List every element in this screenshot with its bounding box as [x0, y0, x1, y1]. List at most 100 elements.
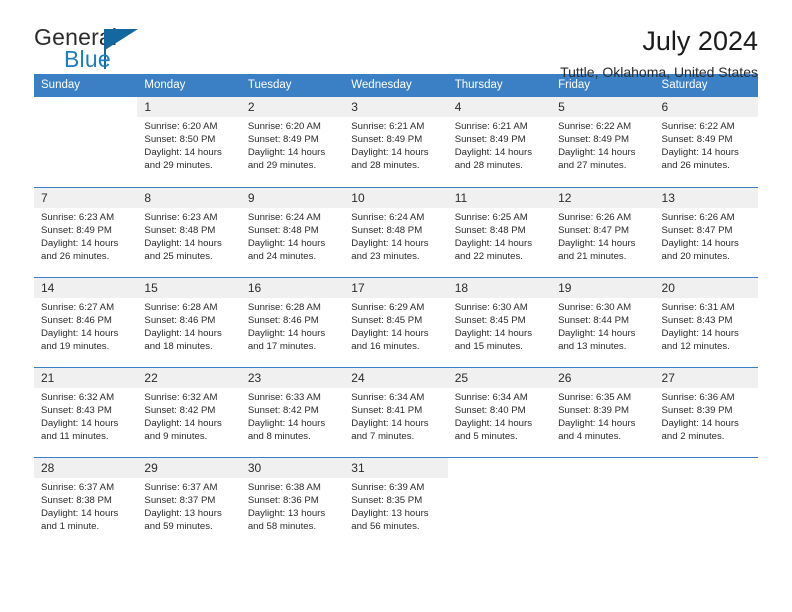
- calendar-day-cell[interactable]: 22 Sunrise: 6:32 AM Sunset: 8:42 PM Dayligh…: [137, 366, 241, 457]
- day-number: 25: [447, 367, 552, 388]
- sunrise-time: Sunrise: 6:35 AM: [558, 391, 632, 403]
- calendar-day-cell[interactable]: 3 Sunrise: 6:21 AM Sunset: 8:49 PM Daylight…: [344, 97, 448, 187]
- daylight-duration-line1: Daylight: 14 hours: [661, 327, 739, 339]
- daylight-duration-line2: and 8 minutes.: [247, 430, 311, 442]
- sunrise-time: Sunrise: 6:30 AM: [558, 301, 632, 313]
- day-details: Sunrise: 6:20 AM Sunset: 8:50 PM Daylight:…: [137, 117, 240, 172]
- calendar-day-cell[interactable]: 16 Sunrise: 6:28 AM Sunset: 8:46 PM Dayligh…: [240, 276, 345, 367]
- calendar-day-cell[interactable]: 4 Sunrise: 6:21 AM Sunset: 8:49 PM Daylight…: [447, 97, 552, 187]
- sunset-time: Sunset: 8:49 PM: [558, 134, 630, 146]
- calendar-day-cell[interactable]: 2 Sunrise: 6:20 AM Sunset: 8:49 PM Daylight…: [240, 97, 345, 187]
- calendar-day-cell[interactable]: 27 Sunrise: 6:36 AM Sunset: 8:39 PM Dayligh…: [654, 366, 758, 457]
- weekday-header-tuesday: Tuesday: [240, 74, 345, 97]
- day-number: [448, 458, 551, 478]
- calendar-day-cell[interactable]: 23 Sunrise: 6:33 AM Sunset: 8:42 PM Dayligh…: [240, 366, 345, 457]
- general-blue-logo[interactable]: General Blue: [34, 26, 184, 78]
- day-number: 17: [344, 277, 448, 298]
- daylight-duration-line1: Daylight: 14 hours: [454, 147, 533, 159]
- calendar-day-cell[interactable]: 25 Sunrise: 6:34 AM Sunset: 8:40 PM Dayligh…: [447, 366, 552, 457]
- day-number: [655, 458, 758, 478]
- daylight-duration-line1: Daylight: 14 hours: [454, 417, 533, 429]
- calendar-day-cell[interactable]: 14 Sunrise: 6:27 AM Sunset: 8:46 PM Dayligh…: [34, 276, 138, 367]
- calendar-day-cell[interactable]: 26 Sunrise: 6:35 AM Sunset: 8:39 PM Dayligh…: [551, 366, 655, 457]
- calendar-week-row: 1 Sunrise: 6:20 AM Sunset: 8:50 PM Daylight…: [34, 97, 758, 187]
- calendar-day-cell[interactable]: 18 Sunrise: 6:30 AM Sunset: 8:45 PM Dayligh…: [447, 276, 552, 367]
- calendar-day-cell[interactable]: 15 Sunrise: 6:28 AM Sunset: 8:46 PM Dayligh…: [137, 276, 241, 367]
- day-number: 31: [344, 457, 448, 478]
- day-details: Sunrise: 6:30 AM Sunset: 8:45 PM Daylight:…: [448, 298, 551, 353]
- day-number: [34, 97, 137, 117]
- daylight-duration-line1: Daylight: 14 hours: [661, 237, 739, 249]
- weekday-header-wednesday: Wednesday: [344, 74, 448, 97]
- calendar-day-cell[interactable]: 31 Sunrise: 6:39 AM Sunset: 8:35 PM Dayligh…: [344, 456, 448, 547]
- calendar-day-cell[interactable]: 9 Sunrise: 6:24 AM Sunset: 8:48 PM Daylight…: [240, 186, 345, 277]
- daylight-duration-line2: and 18 minutes.: [144, 340, 213, 352]
- calendar-cell-empty: [447, 456, 552, 547]
- sunrise-time: Sunrise: 6:26 AM: [558, 211, 632, 223]
- logo-text-blue: Blue: [64, 46, 111, 72]
- daylight-duration-line1: Daylight: 14 hours: [351, 417, 429, 429]
- calendar-day-cell[interactable]: 20 Sunrise: 6:31 AM Sunset: 8:43 PM Dayligh…: [654, 276, 758, 367]
- day-number: 11: [447, 187, 552, 208]
- daylight-duration-line2: and 21 minutes.: [558, 250, 627, 262]
- calendar-day-cell[interactable]: 13 Sunrise: 6:26 AM Sunset: 8:47 PM Dayligh…: [654, 186, 758, 277]
- sunset-time: Sunset: 8:40 PM: [454, 404, 526, 416]
- daylight-duration-line1: Daylight: 14 hours: [661, 147, 739, 159]
- sunrise-time: Sunrise: 6:24 AM: [247, 211, 321, 223]
- daylight-duration-line2: and 12 minutes.: [661, 340, 730, 352]
- calendar-day-cell[interactable]: 24 Sunrise: 6:34 AM Sunset: 8:41 PM Dayligh…: [344, 366, 448, 457]
- calendar-day-cell[interactable]: 17 Sunrise: 6:29 AM Sunset: 8:45 PM Dayligh…: [344, 276, 448, 367]
- sunset-time: Sunset: 8:48 PM: [144, 224, 216, 236]
- day-details: Sunrise: 6:36 AM Sunset: 8:39 PM Daylight:…: [655, 388, 758, 443]
- day-details: Sunrise: 6:21 AM Sunset: 8:49 PM Daylight:…: [344, 117, 447, 172]
- calendar-day-cell[interactable]: 1 Sunrise: 6:20 AM Sunset: 8:50 PM Daylight…: [137, 97, 241, 187]
- daylight-duration-line1: Daylight: 14 hours: [144, 417, 222, 429]
- sunset-time: Sunset: 8:50 PM: [144, 134, 216, 146]
- calendar-day-cell[interactable]: 12 Sunrise: 6:26 AM Sunset: 8:47 PM Dayligh…: [551, 186, 655, 277]
- sunrise-time: Sunrise: 6:26 AM: [661, 211, 735, 223]
- day-details: Sunrise: 6:25 AM Sunset: 8:48 PM Daylight:…: [448, 208, 551, 263]
- calendar-day-cell[interactable]: 5 Sunrise: 6:22 AM Sunset: 8:49 PM Daylight…: [551, 97, 655, 187]
- calendar-week-row: 7 Sunrise: 6:23 AM Sunset: 8:49 PM Daylight…: [34, 186, 758, 277]
- daylight-duration-line2: and 5 minutes.: [454, 430, 518, 442]
- sunset-time: Sunset: 8:48 PM: [351, 224, 423, 236]
- sunrise-sunset-calendar: Sunday Monday Tuesday Wednesday Thursday…: [34, 74, 758, 547]
- day-details: Sunrise: 6:28 AM Sunset: 8:46 PM Daylight:…: [241, 298, 344, 353]
- location-subtitle: Tuttle, Oklahoma, United States: [560, 64, 758, 81]
- calendar-day-cell[interactable]: 10 Sunrise: 6:24 AM Sunset: 8:48 PM Dayligh…: [344, 186, 448, 277]
- sunset-time: Sunset: 8:46 PM: [41, 314, 112, 326]
- daylight-duration-line2: and 23 minutes.: [351, 250, 420, 262]
- sunrise-time: Sunrise: 6:28 AM: [247, 301, 321, 313]
- day-details: Sunrise: 6:22 AM Sunset: 8:49 PM Daylight:…: [551, 117, 654, 172]
- calendar-day-cell[interactable]: 11 Sunrise: 6:25 AM Sunset: 8:48 PM Dayligh…: [447, 186, 552, 277]
- calendar-day-cell[interactable]: 19 Sunrise: 6:30 AM Sunset: 8:44 PM Dayligh…: [551, 276, 655, 367]
- sunset-time: Sunset: 8:43 PM: [41, 404, 112, 416]
- sunrise-time: Sunrise: 6:22 AM: [661, 121, 735, 132]
- daylight-duration-line1: Daylight: 14 hours: [558, 237, 636, 249]
- daylight-duration-line2: and 15 minutes.: [454, 340, 523, 352]
- day-details: Sunrise: 6:26 AM Sunset: 8:47 PM Daylight:…: [551, 208, 654, 263]
- sunset-time: Sunset: 8:39 PM: [558, 404, 630, 416]
- calendar-day-cell[interactable]: 30 Sunrise: 6:38 AM Sunset: 8:36 PM Dayligh…: [240, 456, 345, 547]
- daylight-duration-line2: and 13 minutes.: [558, 340, 627, 352]
- sunset-time: Sunset: 8:47 PM: [661, 224, 733, 236]
- day-details: Sunrise: 6:22 AM Sunset: 8:49 PM Daylight:…: [655, 117, 758, 172]
- calendar-day-cell[interactable]: 21 Sunrise: 6:32 AM Sunset: 8:43 PM Dayligh…: [34, 366, 138, 457]
- sunset-time: Sunset: 8:48 PM: [454, 224, 526, 236]
- sunset-time: Sunset: 8:47 PM: [558, 224, 630, 236]
- sunrise-time: Sunrise: 6:32 AM: [41, 391, 115, 403]
- calendar-day-cell[interactable]: 8 Sunrise: 6:23 AM Sunset: 8:48 PM Daylight…: [137, 186, 241, 277]
- day-number: 28: [34, 457, 138, 478]
- calendar-day-cell[interactable]: 28 Sunrise: 6:37 AM Sunset: 8:38 PM Dayligh…: [34, 456, 138, 547]
- sunset-time: Sunset: 8:43 PM: [661, 314, 733, 326]
- calendar-day-cell[interactable]: 7 Sunrise: 6:23 AM Sunset: 8:49 PM Daylight…: [34, 186, 138, 277]
- day-number: 16: [240, 277, 345, 298]
- title-block: July 2024 Tuttle, Oklahoma, United State…: [560, 26, 758, 80]
- daylight-duration-line2: and 4 minutes.: [558, 430, 622, 442]
- day-details: Sunrise: 6:23 AM Sunset: 8:48 PM Daylight:…: [137, 208, 240, 263]
- calendar-day-cell[interactable]: 29 Sunrise: 6:37 AM Sunset: 8:37 PM Dayligh…: [137, 456, 241, 547]
- daylight-duration-line2: and 22 minutes.: [454, 250, 523, 262]
- calendar-day-cell[interactable]: 6 Sunrise: 6:22 AM Sunset: 8:49 PM Daylight…: [654, 97, 758, 187]
- day-details: Sunrise: 6:37 AM Sunset: 8:38 PM Daylight:…: [34, 478, 137, 533]
- sunset-time: Sunset: 8:37 PM: [144, 494, 216, 506]
